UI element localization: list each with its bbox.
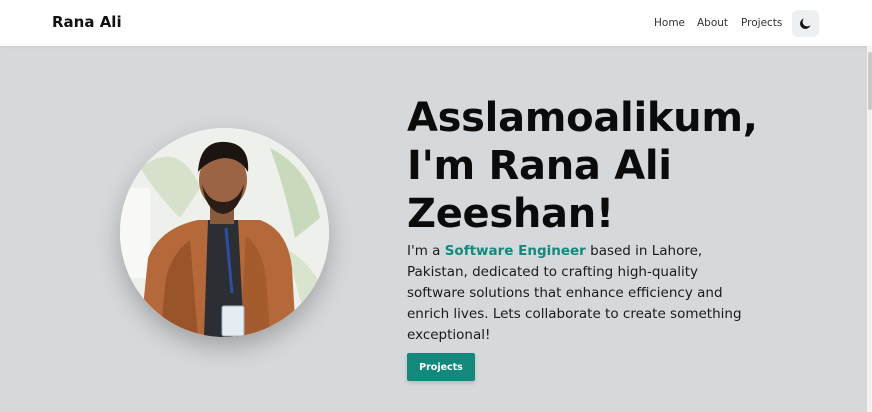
moon-icon [800, 18, 811, 29]
projects-button[interactable]: Projects [407, 353, 475, 381]
hero-title-line-1: Asslamoalikum, [407, 95, 758, 141]
nav-link-home[interactable]: Home [654, 17, 685, 29]
hero-title: Asslamoalikum, I'm Rana Ali Zeeshan! [407, 94, 807, 238]
profile-photo [120, 128, 329, 337]
nav-link-about[interactable]: About [697, 17, 728, 29]
hero-title-line-3: Zeeshan! [407, 191, 614, 237]
navbar: Rana Ali Home About Projects [0, 0, 872, 46]
hero-desc-prefix: I'm a [407, 243, 445, 259]
theme-toggle-button[interactable] [792, 10, 819, 37]
scrollbar-thumb[interactable] [868, 52, 872, 110]
hero-desc-highlight: Software Engineer [444, 243, 586, 259]
brand-logo-text[interactable]: Rana Ali [52, 13, 122, 31]
nav-link-projects[interactable]: Projects [741, 17, 782, 29]
hero-description: I'm a Software Engineer based in Lahore,… [407, 241, 752, 346]
hero-title-line-2: I'm Rana Ali [407, 143, 672, 189]
profile-photo-illustration [120, 128, 329, 337]
